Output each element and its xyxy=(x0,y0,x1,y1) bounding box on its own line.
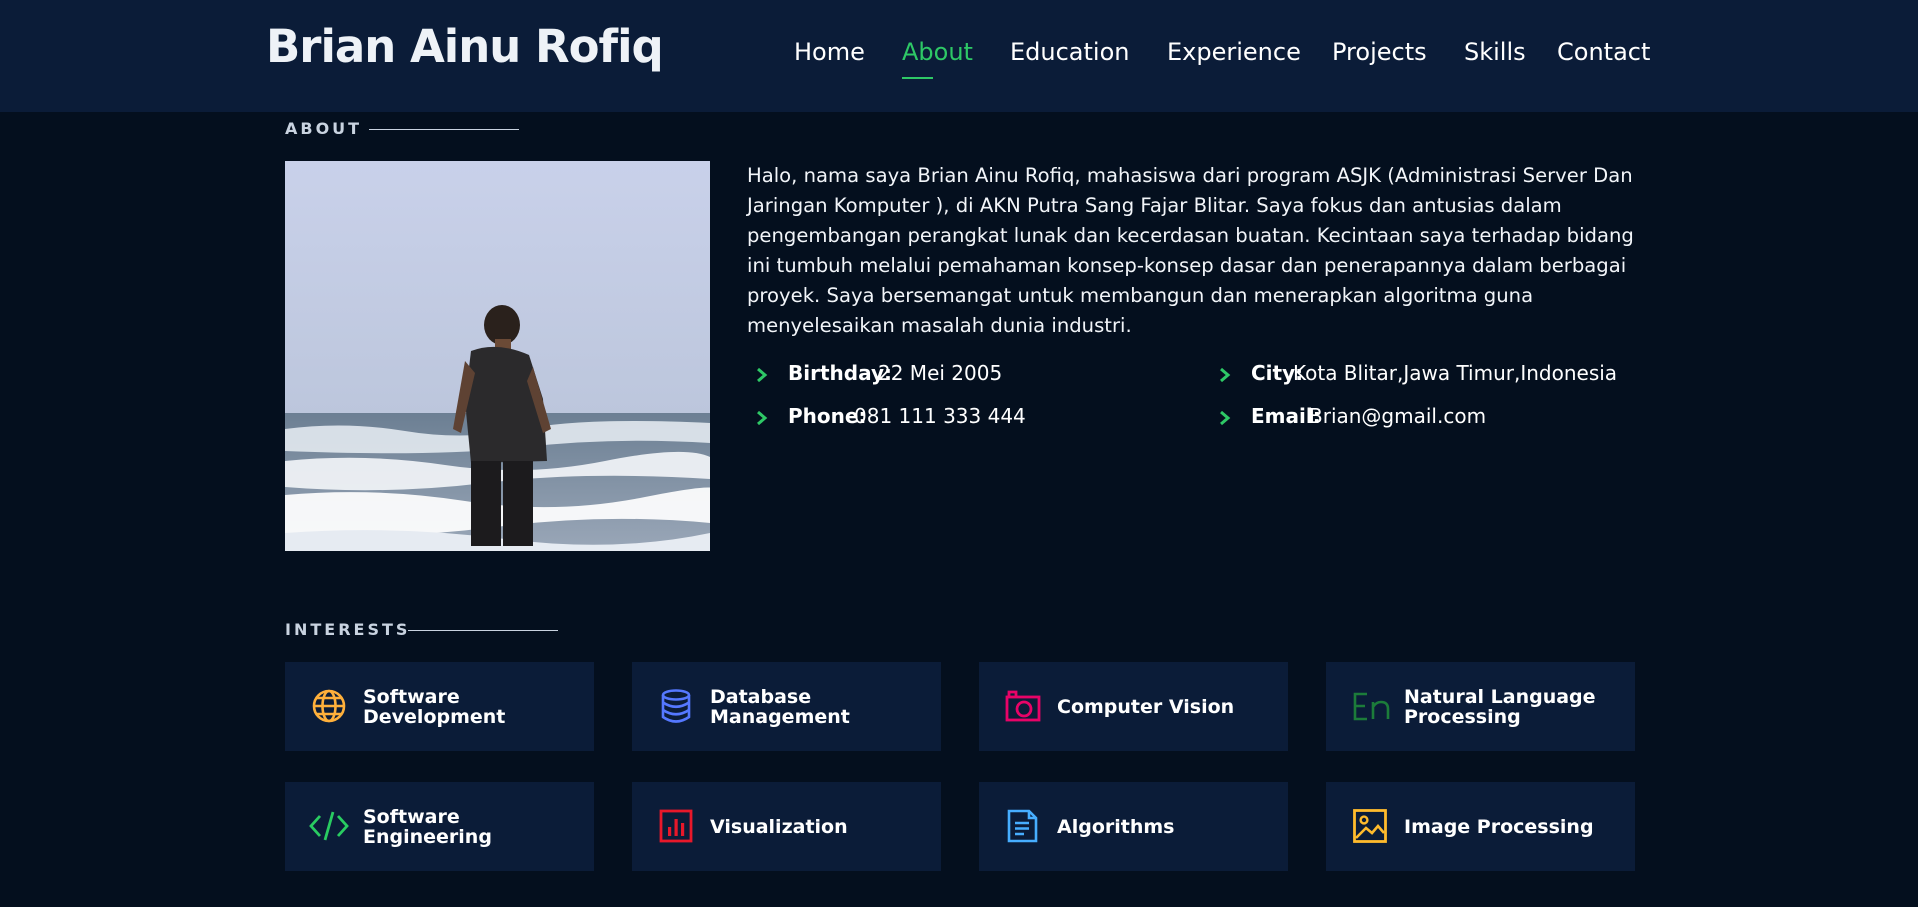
detail-birthday: Birthday: 22 Mei 2005 xyxy=(755,361,1175,391)
nav-education[interactable]: Education xyxy=(1010,38,1129,78)
detail-value: Brian@gmail.com xyxy=(1309,404,1487,428)
globe-icon xyxy=(312,689,346,723)
chevron-right-icon xyxy=(1220,410,1231,426)
chevron-right-icon xyxy=(757,410,768,426)
bar-chart-icon xyxy=(659,809,693,843)
interest-card-software-engineering[interactable]: Software Engineering xyxy=(285,782,594,871)
interest-label: Database Management xyxy=(710,685,850,728)
interest-card-database-management[interactable]: Database Management xyxy=(632,662,941,751)
detail-label: Birthday: xyxy=(788,361,892,385)
nav-experience[interactable]: Experience xyxy=(1167,38,1301,78)
interest-card-software-development[interactable]: Software Development xyxy=(285,662,594,751)
document-icon xyxy=(1007,809,1038,843)
nav-contact[interactable]: Contact xyxy=(1557,38,1650,78)
camera-icon xyxy=(1005,690,1041,722)
interests-title-divider xyxy=(408,630,558,631)
detail-value: 081 111 333 444 xyxy=(854,404,1026,428)
about-description: Halo, nama saya Brian Ainu Rofiq, mahasi… xyxy=(747,164,1634,337)
nav-about[interactable]: About xyxy=(902,38,973,78)
interest-label: Natural Language Processing xyxy=(1404,685,1596,728)
language-en-icon xyxy=(1353,692,1390,721)
chevron-right-icon xyxy=(757,367,768,383)
interest-card-nlp[interactable]: Natural Language Processing xyxy=(1326,662,1635,751)
interest-card-computer-vision[interactable]: Computer Vision xyxy=(979,662,1288,751)
profile-photo xyxy=(285,161,710,551)
nav-projects[interactable]: Projects xyxy=(1332,38,1427,78)
about-section-title: ABOUT xyxy=(285,119,363,138)
interests-section-title: INTERESTS xyxy=(285,620,411,639)
detail-city: City: Kota Blitar,Jawa Timur,Indonesia xyxy=(1218,361,1638,391)
detail-phone: Phone: 081 111 333 444 xyxy=(755,404,1175,434)
interest-label: Computer Vision xyxy=(1057,695,1235,718)
detail-email: Email: Brian@gmail.com xyxy=(1218,404,1638,434)
code-icon xyxy=(309,811,349,841)
site-header: Brian Ainu Rofiq Home About Education Ex… xyxy=(0,0,1918,112)
chevron-right-icon xyxy=(1220,367,1231,383)
interest-label: Image Processing xyxy=(1404,815,1594,838)
interest-card-visualization[interactable]: Visualization xyxy=(632,782,941,871)
interest-card-algorithms[interactable]: Algorithms xyxy=(979,782,1288,871)
database-icon xyxy=(661,689,691,723)
nav-skills[interactable]: Skills xyxy=(1464,38,1526,78)
detail-value: 22 Mei 2005 xyxy=(878,361,1003,385)
about-title-divider xyxy=(369,129,519,130)
interest-card-image-processing[interactable]: Image Processing xyxy=(1326,782,1635,871)
interest-label: Visualization xyxy=(710,815,848,838)
interest-label: Software Engineering xyxy=(363,805,492,848)
interest-label: Software Development xyxy=(363,685,506,728)
nav-active-indicator xyxy=(902,77,933,79)
detail-value: Kota Blitar,Jawa Timur,Indonesia xyxy=(1293,361,1618,385)
nav-home[interactable]: Home xyxy=(794,38,865,78)
interest-label: Algorithms xyxy=(1057,815,1175,838)
site-brand[interactable]: Brian Ainu Rofiq xyxy=(266,20,664,73)
image-icon xyxy=(1353,809,1387,843)
